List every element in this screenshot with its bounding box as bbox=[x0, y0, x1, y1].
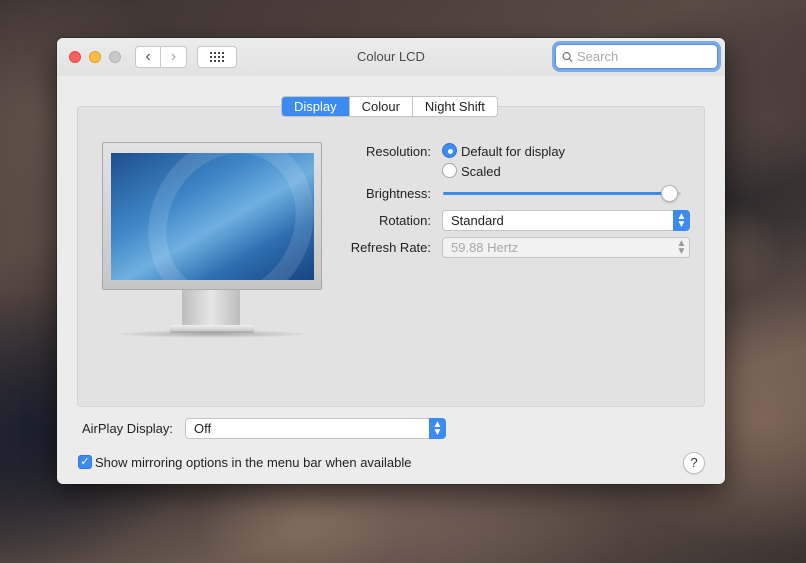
help-button[interactable]: ? bbox=[683, 452, 705, 474]
resolution-default-radio[interactable] bbox=[442, 143, 457, 158]
refresh-rate-value: 59.88 Hertz bbox=[451, 240, 519, 255]
rotation-label: Rotation: bbox=[378, 213, 431, 228]
airplay-popup[interactable]: Off ▲ ▼ bbox=[185, 418, 446, 439]
chevron-updown-icon: ▲ ▼ bbox=[673, 210, 690, 231]
resolution-label: Resolution: bbox=[365, 144, 431, 159]
airplay-label: AirPlay Display: bbox=[82, 421, 174, 436]
chevron-updown-icon: ▲ ▼ bbox=[676, 237, 687, 257]
monitor-screen bbox=[111, 153, 314, 280]
monitor-shadow bbox=[112, 330, 312, 338]
rotation-popup[interactable]: Standard ▲ ▼ bbox=[442, 210, 690, 231]
monitor-stand bbox=[182, 290, 240, 326]
mirroring-checkbox[interactable]: ✓ bbox=[78, 455, 92, 469]
monitor-frame bbox=[102, 142, 322, 290]
titlebar: ‹ › Colour LCD bbox=[57, 38, 725, 76]
refresh-rate-label: Refresh Rate: bbox=[350, 240, 431, 255]
search-input[interactable] bbox=[577, 49, 717, 64]
resolution-scaled-radio[interactable] bbox=[442, 163, 457, 178]
tab-night-shift[interactable]: Night Shift bbox=[411, 97, 497, 116]
preferences-window: ‹ › Colour LCD Display Colour Night Shif… bbox=[57, 38, 725, 484]
resolution-scaled-label[interactable]: Scaled bbox=[461, 164, 501, 179]
refresh-rate-popup: 59.88 Hertz ▲ ▼ bbox=[442, 237, 690, 258]
airplay-value: Off bbox=[194, 421, 212, 436]
tab-colour[interactable]: Colour bbox=[348, 97, 412, 116]
brightness-slider-knob[interactable] bbox=[661, 185, 679, 202]
rotation-value: Standard bbox=[451, 213, 504, 228]
chevron-updown-icon: ▲ ▼ bbox=[429, 418, 446, 439]
resolution-default-label[interactable]: Default for display bbox=[461, 144, 565, 159]
tab-bar: Display Colour Night Shift bbox=[281, 96, 498, 117]
mirroring-label[interactable]: Show mirroring options in the menu bar w… bbox=[95, 455, 412, 470]
tab-display[interactable]: Display bbox=[282, 97, 349, 116]
search-icon bbox=[562, 51, 573, 62]
search-field[interactable] bbox=[555, 44, 718, 69]
brightness-label: Brightness: bbox=[365, 186, 431, 201]
brightness-slider[interactable] bbox=[443, 192, 681, 195]
brightness-slider-fill bbox=[443, 192, 670, 195]
